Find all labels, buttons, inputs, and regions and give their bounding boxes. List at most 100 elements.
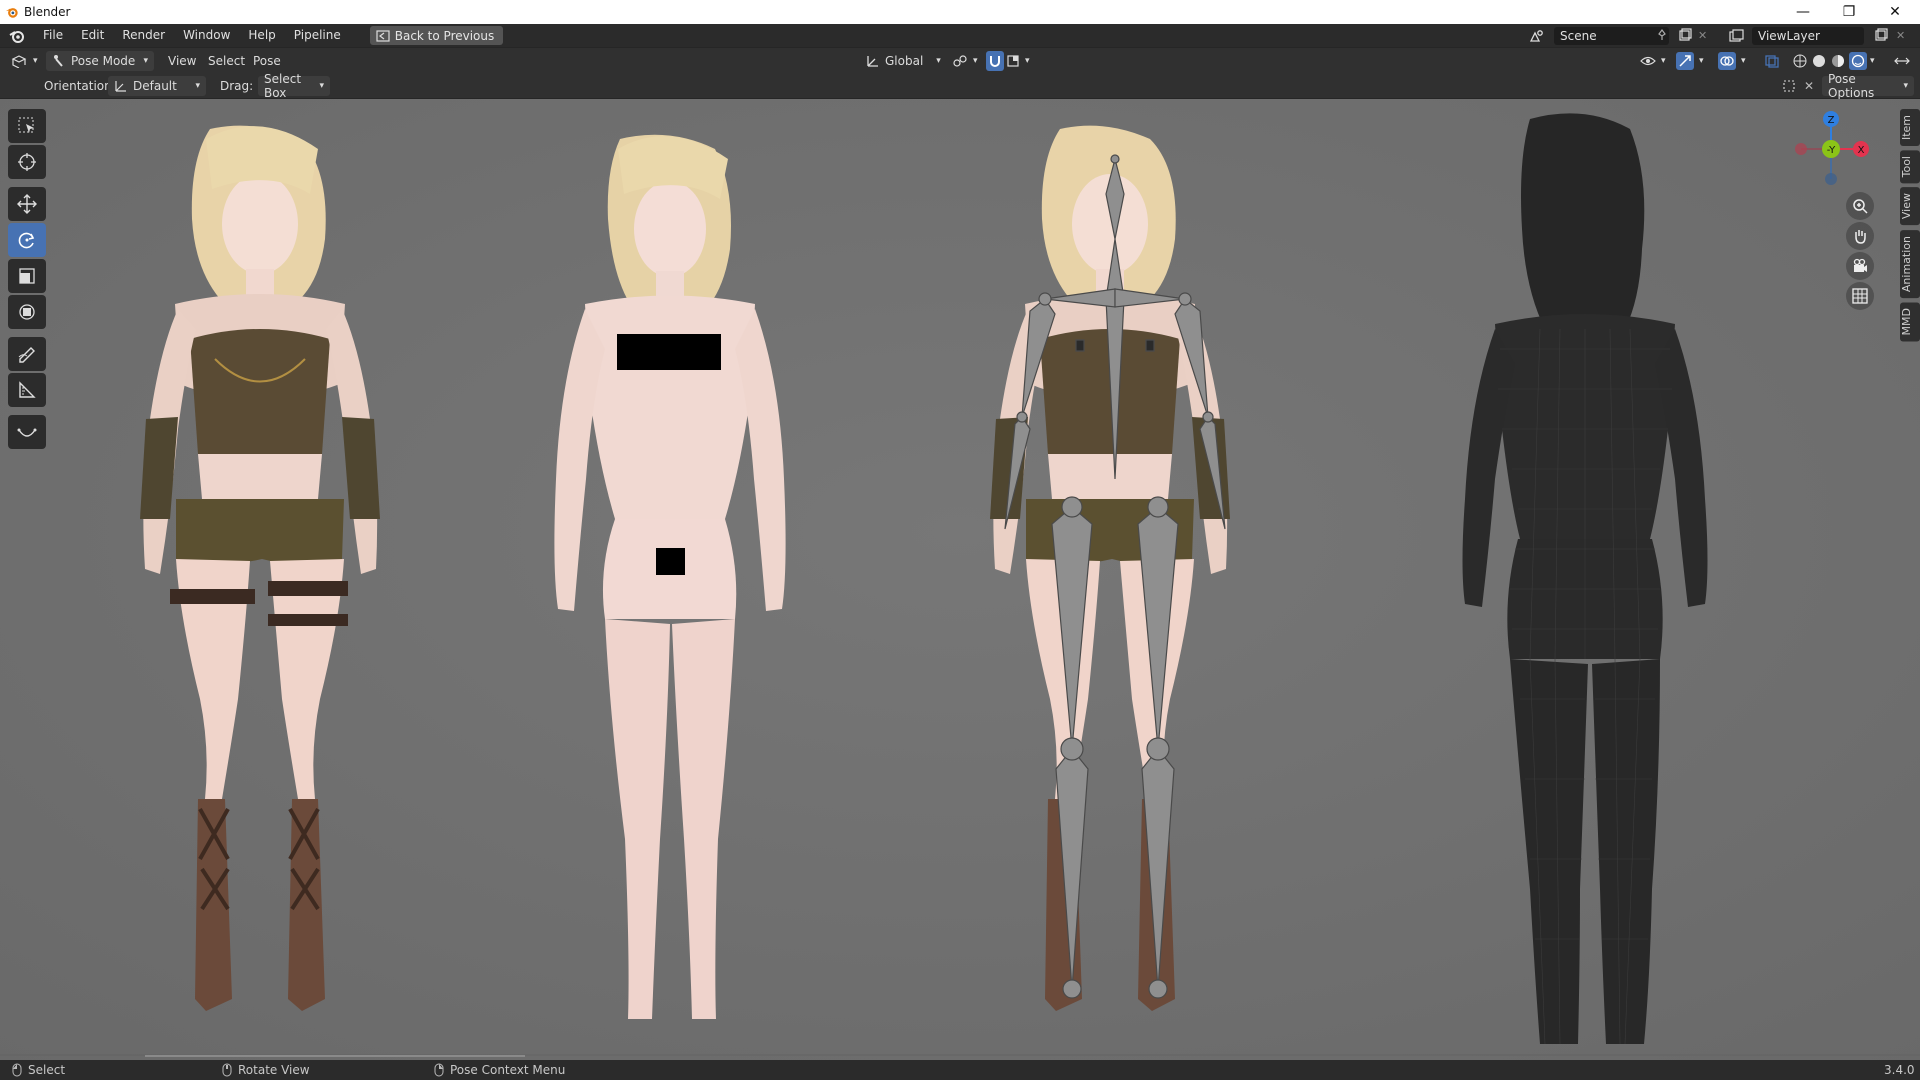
status-select-label: Select	[28, 1063, 66, 1077]
delete-view-layer-icon[interactable]: ✕	[1896, 29, 1905, 42]
blender-version: 3.4.0	[1884, 1060, 1915, 1080]
menu-select[interactable]: Select	[208, 51, 245, 71]
overlays-toggle[interactable]: ▾	[1718, 51, 1746, 71]
snap-increment-icon	[1007, 55, 1019, 67]
scene-name-field[interactable]: Scene	[1554, 27, 1669, 45]
minimize-button[interactable]: —	[1780, 0, 1826, 24]
menu-window[interactable]: Window	[174, 24, 239, 47]
blender-logo-icon	[5, 8, 18, 18]
delete-scene-icon[interactable]: ✕	[1698, 29, 1707, 42]
gizmo-x-label: X	[1858, 145, 1865, 156]
rendered-shading-button[interactable]	[1849, 52, 1867, 70]
sidebar-tab-tool[interactable]: Tool	[1900, 150, 1920, 184]
minimize-icon: —	[1796, 4, 1810, 20]
transform-affect-icon[interactable]	[1782, 76, 1796, 96]
chevron-down-icon: ▾	[1741, 56, 1746, 66]
editor-type-button[interactable]: ▾	[10, 51, 38, 71]
orientation-dropdown[interactable]: Default ▾	[108, 76, 206, 96]
snap-target-dropdown[interactable]: ▾	[1006, 51, 1030, 71]
scene-browse-button[interactable]	[1524, 27, 1550, 45]
blender-menu-button[interactable]	[0, 29, 34, 43]
menu-pose[interactable]: Pose	[253, 51, 281, 71]
back-to-previous-label: Back to Previous	[394, 28, 495, 43]
tool-transform[interactable]	[8, 295, 46, 329]
menu-pipeline[interactable]: Pipeline	[285, 24, 350, 47]
viewport-scene	[0, 99, 1920, 1060]
toggle-sidebar-button[interactable]	[1894, 51, 1910, 71]
chevron-down-icon: ▾	[1870, 56, 1875, 66]
wireframe-shading-icon[interactable]	[1792, 53, 1808, 69]
os-title-bar: Blender — ❐ ✕	[0, 0, 1920, 24]
tool-move[interactable]	[8, 187, 46, 221]
maximize-button[interactable]: ❐	[1826, 0, 1872, 24]
transform-orientation-dropdown[interactable]: Global ▾	[866, 51, 941, 71]
drag-dropdown[interactable]: Select Box ▾	[258, 72, 330, 100]
close-tool-icon[interactable]: ✕	[1804, 76, 1814, 96]
new-view-layer-icon[interactable]	[1874, 28, 1888, 45]
tool-rotate[interactable]	[8, 223, 46, 257]
menu-help[interactable]: Help	[239, 24, 284, 47]
menu-render[interactable]: Render	[113, 24, 174, 47]
close-button[interactable]: ✕	[1872, 0, 1918, 24]
move-icon	[17, 194, 37, 214]
menu-view[interactable]: View	[168, 51, 196, 71]
snap-toggle[interactable]	[986, 51, 1004, 71]
tool-shelf	[8, 109, 46, 451]
shading-mode-buttons: ▾	[1792, 51, 1875, 71]
transform-orientation-label: Global	[885, 54, 924, 68]
pivot-point-dropdown[interactable]: ▾	[952, 51, 978, 71]
gizmo-z-label: Z	[1828, 115, 1835, 126]
chevron-down-icon: ▾	[936, 56, 941, 66]
rotate-icon	[18, 232, 35, 249]
visibility-dropdown[interactable]: ▾	[1640, 51, 1666, 71]
pose-options-label: Pose Options	[1828, 72, 1875, 100]
view-layer-name: ViewLayer	[1758, 29, 1820, 43]
grid-icon	[1852, 288, 1868, 304]
mode-dropdown[interactable]: Pose Mode ▾	[46, 51, 154, 71]
tool-measure[interactable]	[8, 373, 46, 407]
magnet-icon	[990, 56, 1000, 67]
new-scene-icon[interactable]	[1678, 28, 1692, 45]
ortho-toggle-button[interactable]	[1846, 282, 1874, 310]
navigation-gizmo[interactable]: Z -Y X	[1786, 109, 1876, 189]
sidebar-tab-animation[interactable]: Animation	[1900, 229, 1920, 298]
orientation-axes-icon	[867, 56, 878, 67]
tool-scale[interactable]	[8, 259, 46, 293]
gizmo-neg-x[interactable]	[1795, 143, 1807, 155]
tool-cursor[interactable]	[8, 145, 46, 179]
sidebar-tabs: Item Tool View Animation MMD	[1900, 109, 1920, 345]
xray-toggle[interactable]	[1764, 51, 1780, 71]
gizmo-toggle[interactable]: ▾	[1676, 51, 1704, 71]
scene-name: Scene	[1560, 29, 1597, 43]
pan-button[interactable]	[1846, 222, 1874, 250]
back-to-previous-button[interactable]: Back to Previous	[369, 26, 504, 45]
gizmo-icon	[1679, 55, 1691, 67]
view-layer-name-field[interactable]: ViewLayer	[1752, 27, 1864, 45]
chevron-down-icon: ▾	[319, 81, 324, 91]
sidebar-tab-item[interactable]: Item	[1900, 109, 1920, 147]
menu-edit[interactable]: Edit	[72, 24, 113, 47]
view-layer-browse-button[interactable]	[1724, 27, 1750, 45]
close-icon: ✕	[1889, 4, 1901, 20]
zoom-button[interactable]	[1846, 192, 1874, 220]
gizmo-neg-z[interactable]	[1825, 173, 1837, 185]
select-box-icon	[18, 117, 34, 133]
pin-scene-icon[interactable]	[1656, 29, 1668, 44]
material-shading-icon[interactable]	[1830, 53, 1846, 69]
solid-shading-icon[interactable]	[1811, 53, 1827, 69]
tool-annotate[interactable]	[8, 337, 46, 371]
chevron-down-icon: ▾	[195, 81, 200, 91]
menu-file[interactable]: File	[34, 24, 72, 47]
tool-bone-curve[interactable]	[8, 415, 46, 449]
mouse-right-icon	[434, 1063, 444, 1077]
tool-select-box[interactable]	[8, 109, 46, 143]
3d-viewport[interactable]: Z -Y X Item Tool View Animation MMD	[0, 99, 1920, 1060]
tool-settings-bar: Orientation: Default ▾ Drag: Select Box …	[0, 72, 1920, 100]
sidebar-tab-view[interactable]: View	[1900, 187, 1920, 226]
sidebar-tab-mmd[interactable]: MMD	[1900, 301, 1920, 342]
drag-label: Drag:	[220, 79, 254, 93]
camera-view-button[interactable]	[1846, 252, 1874, 280]
status-context-label: Pose Context Menu	[450, 1063, 566, 1077]
view-layer-icon	[1729, 29, 1744, 42]
pose-options-dropdown[interactable]: Pose Options ▾	[1822, 72, 1914, 100]
